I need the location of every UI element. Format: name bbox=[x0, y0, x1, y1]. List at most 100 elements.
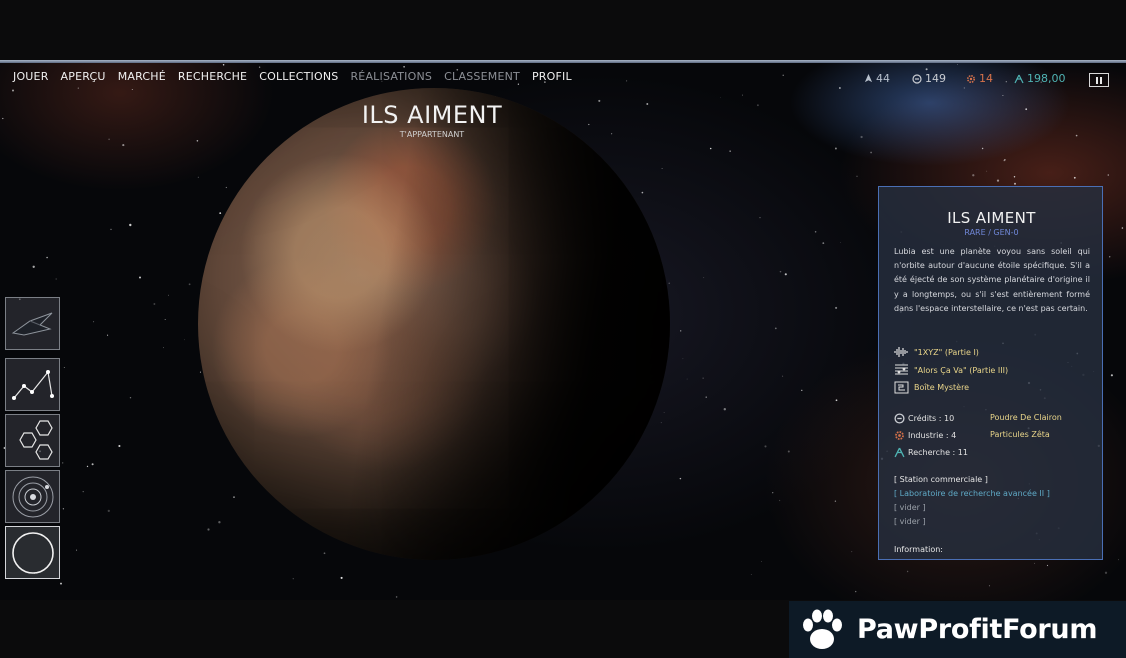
panel-slot-3[interactable]: [ vider ] bbox=[894, 503, 926, 512]
star bbox=[258, 66, 261, 68]
star bbox=[680, 330, 682, 332]
research-icon bbox=[1014, 74, 1024, 83]
nav-item-jouer[interactable]: JOUER bbox=[13, 70, 49, 83]
nav-item-collections[interactable]: COLLECTIONS bbox=[259, 70, 338, 83]
star bbox=[784, 273, 787, 276]
resource-ships-value: 44 bbox=[876, 72, 890, 85]
star bbox=[840, 242, 841, 243]
side-tool-constellation[interactable] bbox=[5, 358, 60, 411]
star bbox=[1075, 134, 1078, 137]
star bbox=[1117, 559, 1119, 561]
side-tool-fleet[interactable] bbox=[5, 297, 60, 350]
mystery-box-icon bbox=[894, 381, 909, 394]
star bbox=[782, 375, 784, 377]
star bbox=[611, 133, 613, 135]
panel-rarity: RARE / GEN-0 bbox=[964, 228, 1019, 237]
panel-material-1: Poudre De Clairon bbox=[990, 413, 1062, 422]
star bbox=[870, 151, 873, 154]
star bbox=[1013, 176, 1016, 178]
star bbox=[750, 574, 752, 575]
star bbox=[729, 150, 731, 152]
star bbox=[851, 551, 853, 553]
star bbox=[1104, 571, 1108, 574]
nav-item-realisations[interactable]: RÉALISATIONS bbox=[350, 70, 432, 83]
star bbox=[63, 366, 65, 368]
star bbox=[663, 412, 665, 414]
panel-item-1[interactable]: "1XYZ" (Partie I) bbox=[894, 346, 979, 358]
side-tool-solar-system[interactable] bbox=[5, 470, 60, 523]
panel-item-2-label: "Alors Ça Va" (Partie III) bbox=[914, 365, 1009, 375]
resource-ships: 44 bbox=[864, 72, 890, 85]
star bbox=[196, 140, 199, 142]
research-icon bbox=[894, 447, 905, 458]
paw-icon bbox=[803, 609, 842, 649]
star bbox=[723, 408, 726, 411]
star bbox=[323, 552, 326, 555]
star bbox=[996, 179, 1000, 182]
star bbox=[12, 89, 14, 92]
panel-item-2[interactable]: "Alors Ça Va" (Partie III) bbox=[894, 364, 1008, 376]
star bbox=[108, 138, 110, 141]
planet-ownership: T'APPARTENANT bbox=[399, 130, 465, 139]
panel-info-label: Information: bbox=[894, 545, 944, 554]
star bbox=[1004, 159, 1006, 161]
star bbox=[129, 397, 132, 399]
star bbox=[822, 242, 825, 245]
star bbox=[122, 144, 125, 147]
audio-waveform-icon bbox=[894, 347, 908, 357]
star bbox=[860, 135, 863, 139]
panel-slot-4[interactable]: [ vider ] bbox=[894, 517, 926, 526]
panel-stat-industry: Industrie : 4 bbox=[894, 430, 956, 441]
star bbox=[1034, 562, 1035, 564]
star bbox=[761, 561, 762, 562]
star bbox=[661, 167, 663, 170]
side-tool-hexagons[interactable] bbox=[5, 414, 60, 467]
panel-item-3[interactable]: Boîte Mystère bbox=[894, 381, 969, 394]
star bbox=[1110, 374, 1113, 377]
star bbox=[703, 277, 705, 279]
star bbox=[517, 83, 520, 85]
star bbox=[77, 87, 79, 89]
watermark-text: PawProfitForum bbox=[857, 614, 1098, 645]
star bbox=[598, 99, 601, 102]
nav-item-marche[interactable]: MARCHÉ bbox=[118, 70, 166, 83]
star bbox=[686, 378, 688, 380]
star bbox=[588, 123, 590, 126]
music-notes-icon bbox=[895, 364, 908, 375]
star bbox=[199, 371, 201, 373]
pause-button[interactable] bbox=[1089, 73, 1109, 87]
panel-stat-credits: Crédits : 10 bbox=[894, 413, 954, 424]
star bbox=[679, 477, 682, 480]
pause-icon bbox=[1096, 76, 1098, 84]
star bbox=[814, 231, 817, 233]
nav-item-apercu[interactable]: APERÇU bbox=[61, 70, 106, 83]
resource-industry: 14 bbox=[966, 72, 993, 85]
nav-item-profil[interactable]: PROFIL bbox=[532, 70, 572, 83]
star bbox=[164, 318, 166, 321]
credits-icon bbox=[894, 413, 905, 424]
star bbox=[188, 283, 191, 286]
panel-slot-1[interactable]: [ Station commerciale ] bbox=[894, 475, 988, 484]
top-letterbox bbox=[0, 0, 1126, 60]
star bbox=[839, 87, 841, 89]
star bbox=[60, 582, 62, 585]
star bbox=[233, 496, 235, 498]
panel-material-2: Particules Zêta bbox=[990, 430, 1050, 439]
star bbox=[988, 585, 991, 587]
star bbox=[76, 549, 78, 551]
star bbox=[835, 306, 838, 309]
star bbox=[702, 377, 704, 379]
star bbox=[167, 294, 170, 296]
star bbox=[855, 590, 857, 593]
side-tool-planet[interactable] bbox=[5, 526, 60, 579]
nav-item-recherche[interactable]: RECHERCHE bbox=[178, 70, 247, 83]
star bbox=[1002, 94, 1004, 97]
star bbox=[981, 147, 984, 150]
star bbox=[225, 186, 227, 189]
nav-item-classement[interactable]: CLASSEMENT bbox=[444, 70, 520, 83]
star bbox=[46, 256, 48, 259]
star bbox=[218, 521, 221, 524]
panel-slot-2[interactable]: [ Laboratoire de recherche avancée II ] bbox=[894, 489, 1050, 498]
star bbox=[756, 104, 759, 107]
star bbox=[834, 147, 837, 150]
